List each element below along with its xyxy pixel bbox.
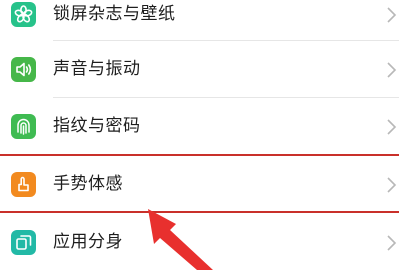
settings-item-label: 应用分身 [53,232,123,252]
chevron-right-icon [384,59,398,81]
highlight-box-bottom [0,211,399,213]
settings-item-label: 锁屏杂志与壁纸 [53,4,176,24]
settings-item-label: 手势体感 [53,174,123,194]
app-clone-icon [11,230,36,255]
speaker-icon [11,57,36,82]
chevron-right-icon [384,116,398,138]
fingerprint-icon [11,114,36,139]
settings-item-app-clone[interactable]: 应用分身 [0,214,399,271]
hand-gesture-icon [11,172,36,197]
settings-list: 锁屏杂志与壁纸 声音与振动 指纹与密码 手势体感 应用分身 [0,0,399,271]
flower-icon [11,2,36,27]
settings-item-lockscreen-wallpaper[interactable]: 锁屏杂志与壁纸 [0,0,399,43]
settings-item-gesture-motion[interactable]: 手势体感 [0,156,399,213]
settings-item-label: 声音与振动 [53,59,141,79]
settings-item-label: 指纹与密码 [53,116,141,136]
settings-item-sound-vibration[interactable]: 声音与振动 [0,41,399,98]
chevron-right-icon [384,4,398,26]
chevron-right-icon [384,174,398,196]
chevron-right-icon [384,232,398,254]
highlight-box-top [0,154,399,156]
settings-item-fingerprint-password[interactable]: 指纹与密码 [0,98,399,155]
